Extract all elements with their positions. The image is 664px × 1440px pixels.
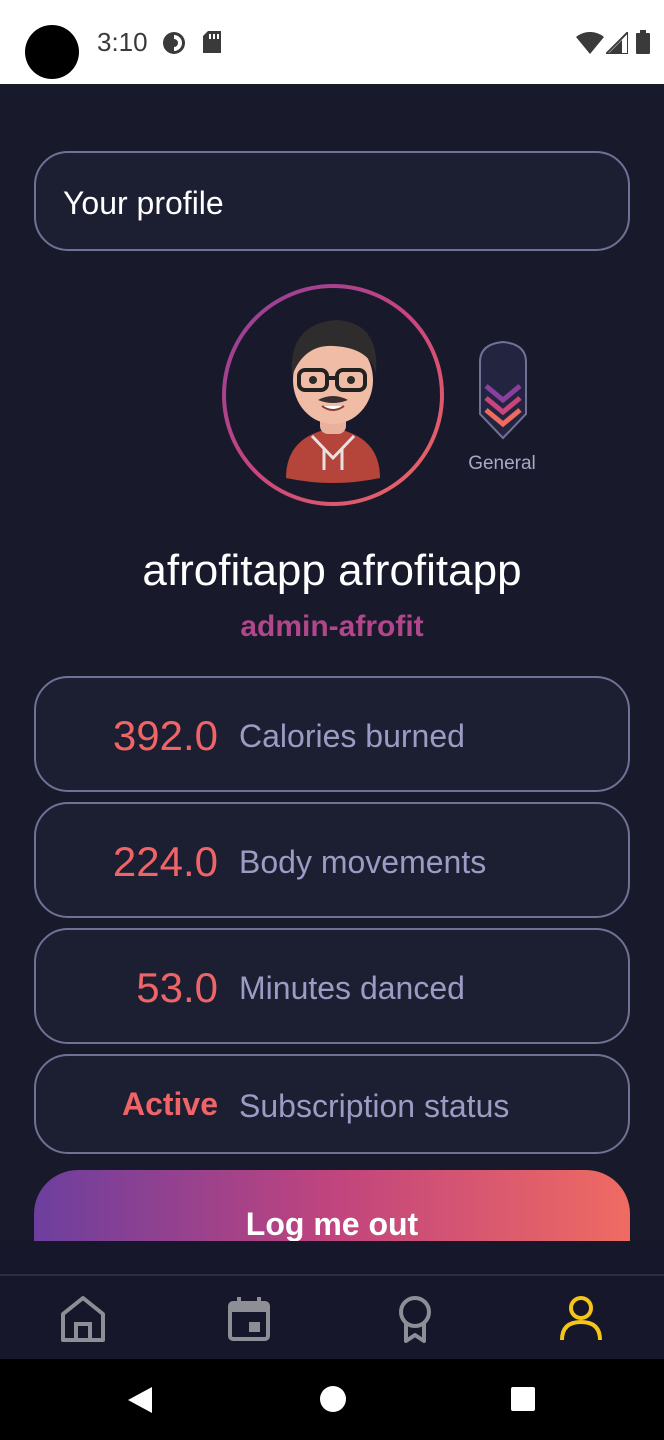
stat-value: 392.0 [112,712,218,759]
logout-button-label: Log me out [245,1206,419,1241]
logout-button[interactable]: Log me out [34,1170,630,1241]
page-header: Your profile [34,151,630,251]
battery-icon [636,30,650,59]
signal-icon [603,29,629,59]
stat-label: Calories burned [239,718,465,754]
profile-screen: Your profile General afrofitapp afrofita… [0,84,664,1241]
rank-badge-icon [474,340,532,444]
stat-value: 224.0 [112,838,218,885]
profile-name: afrofitapp afrofitapp [142,546,522,595]
home-circle-icon[interactable] [319,1385,347,1418]
stat-card-calories: 392.0 Calories burned [34,676,630,792]
avatar[interactable] [222,284,444,506]
system-nav-bar [0,1359,664,1440]
recents-icon[interactable] [510,1386,536,1417]
nav-profile[interactable] [557,1294,605,1344]
stat-card-minutes: 53.0 Minutes danced [34,928,630,1044]
calendar-icon [225,1297,273,1348]
subscription-status-value: Active [121,1086,218,1122]
nav-achievements[interactable] [391,1294,439,1344]
back-icon[interactable] [126,1385,154,1420]
profile-handle: admin-afrofit [240,610,424,643]
avatar-image [226,288,440,502]
nav-calendar[interactable] [225,1294,273,1344]
profile-icon [557,1296,605,1348]
home-icon [59,1296,107,1348]
sd-card-icon [203,31,221,58]
nav-home[interactable] [59,1294,107,1344]
wifi-icon [576,31,604,59]
bottom-nav [0,1274,664,1359]
camera-cutout [25,25,79,79]
stat-label: Body movements [239,844,487,880]
award-icon [391,1296,439,1348]
rank-label: General [468,453,536,474]
status-bar: 3:10 [0,0,664,84]
data-saver-icon [162,31,186,60]
page-title: Your profile [63,185,224,221]
stat-value: 53.0 [136,964,218,1011]
stat-card-subscription: Active Subscription status [34,1054,630,1154]
stat-label: Subscription status [239,1088,510,1124]
stat-label: Minutes danced [239,970,465,1006]
stat-card-movements: 224.0 Body movements [34,802,630,918]
status-time: 3:10 [97,27,148,57]
